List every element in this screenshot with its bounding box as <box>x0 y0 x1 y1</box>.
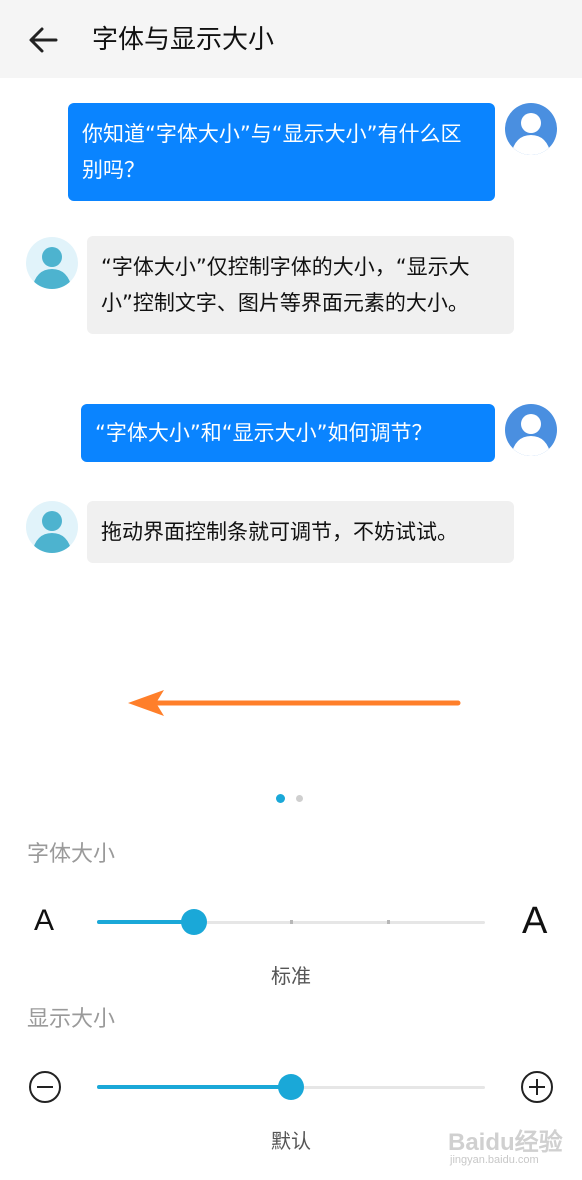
decrease-display-size-button[interactable] <box>28 1070 62 1104</box>
back-button[interactable] <box>26 22 62 58</box>
small-font-glyph: A <box>34 904 55 937</box>
plus-circle-icon <box>521 1071 553 1103</box>
user-avatar <box>505 404 557 456</box>
message-text: 你知道“字体大小”与“显示大小”有什么区别吗？ <box>82 122 462 182</box>
large-font-glyph: A <box>522 900 548 942</box>
arrow-left-icon <box>128 690 461 716</box>
watermark: Baidu经验 jingyan.baidu.com <box>444 1122 578 1176</box>
assistant-message-bubble: 拖动界面控制条就可调节，不妨试试。 <box>87 501 514 563</box>
app-header: 字体与显示大小 <box>0 0 582 78</box>
user-message-bubble: “字体大小”和“显示大小”如何调节？ <box>81 404 495 462</box>
user-message-bubble: 你知道“字体大小”与“显示大小”有什么区别吗？ <box>68 103 495 201</box>
font-size-slider[interactable] <box>97 902 485 942</box>
page-title: 字体与显示大小 <box>92 25 275 55</box>
arrow-left-icon <box>29 27 58 53</box>
page-indicator <box>276 794 306 804</box>
person-icon <box>511 113 551 155</box>
slider-tick <box>387 920 390 924</box>
increase-display-size-button[interactable] <box>520 1070 554 1104</box>
person-icon <box>511 414 551 456</box>
message-text: 拖动界面控制条就可调节，不妨试试。 <box>101 520 458 544</box>
assistant-avatar <box>26 501 78 553</box>
slider-thumb[interactable] <box>181 909 207 935</box>
user-avatar <box>505 103 557 155</box>
message-text: “字体大小”和“显示大小”如何调节？ <box>95 421 433 445</box>
slider-tick <box>290 920 293 924</box>
font-size-value: 标准 <box>271 964 311 988</box>
slider-fill <box>97 920 194 924</box>
display-size-slider[interactable] <box>97 1067 485 1107</box>
assistant-message-bubble: “字体大小”仅控制字体的大小，“显示大小”控制文字、图片等界面元素的大小。 <box>87 236 514 334</box>
watermark-url: jingyan.baidu.com <box>450 1154 539 1166</box>
font-size-label: 字体大小 <box>27 842 116 867</box>
person-icon <box>32 511 72 553</box>
display-size-value: 默认 <box>271 1129 311 1153</box>
watermark-logo: Baidu经验 <box>448 1129 563 1156</box>
display-size-label: 显示大小 <box>27 1007 116 1032</box>
slider-thumb[interactable] <box>278 1074 304 1100</box>
person-icon <box>32 247 72 289</box>
message-text: “字体大小”仅控制字体的大小，“显示大小”控制文字、图片等界面元素的大小。 <box>101 255 470 315</box>
page-dot-active[interactable] <box>276 794 285 803</box>
page-dot[interactable] <box>296 795 303 802</box>
slider-fill <box>97 1085 291 1089</box>
minus-circle-icon <box>29 1071 61 1103</box>
assistant-avatar <box>26 237 78 289</box>
